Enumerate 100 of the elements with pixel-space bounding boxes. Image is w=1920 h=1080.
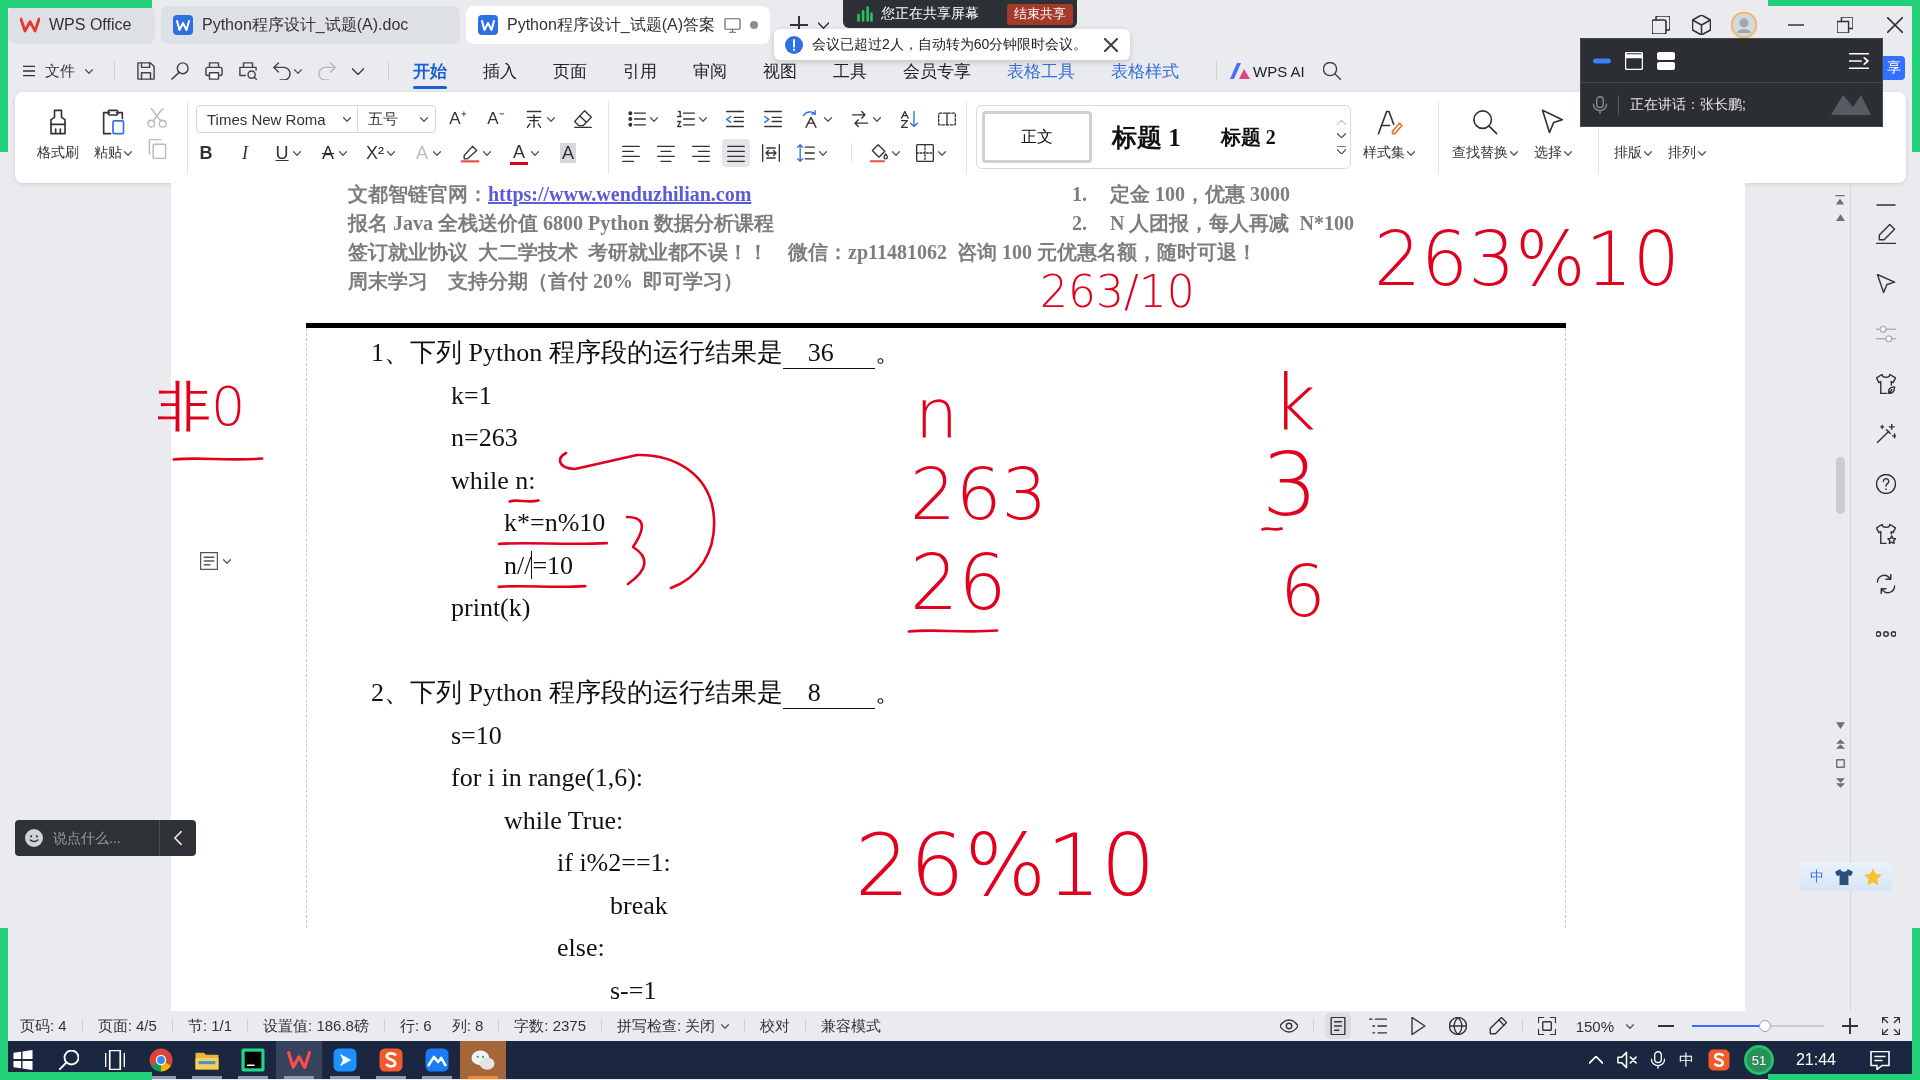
- more-button[interactable]: [352, 67, 364, 75]
- s-logo-icon[interactable]: [1707, 1049, 1730, 1071]
- italic-button[interactable]: I: [235, 139, 255, 167]
- ai-assistant-button[interactable]: WPS AI: [1230, 62, 1305, 80]
- strikethrough-button[interactable]: A: [320, 139, 347, 167]
- clock[interactable]: 21:44: [1795, 1051, 1836, 1069]
- shirt-icon[interactable]: [1835, 869, 1853, 885]
- double-up-icon[interactable]: [1835, 739, 1845, 749]
- smiley-icon[interactable]: [25, 829, 43, 847]
- code-line: if i%2==1:: [557, 848, 671, 879]
- justify-button[interactable]: [722, 139, 750, 167]
- restore-icon[interactable]: [1837, 17, 1853, 33]
- close-icon[interactable]: [1104, 37, 1119, 52]
- pill-icon[interactable]: [1593, 57, 1611, 64]
- caret-icon: [1698, 150, 1706, 156]
- bold-button[interactable]: B: [196, 139, 216, 167]
- microphone-icon[interactable]: [1650, 1050, 1665, 1070]
- cube-icon[interactable]: [1692, 15, 1711, 35]
- star-icon[interactable]: [1864, 868, 1883, 886]
- ribbon-tab[interactable]: 视图: [745, 50, 815, 92]
- style-set-button[interactable]: 样式集: [1363, 92, 1415, 183]
- stacked-panels-icon[interactable]: [1657, 51, 1675, 70]
- paste-button[interactable]: 粘贴: [94, 92, 132, 183]
- progress-ring-badge[interactable]: 51: [1743, 1045, 1774, 1075]
- speaker-muted-icon[interactable]: [1616, 1051, 1637, 1069]
- zoom-dropdown[interactable]: 150%: [1575, 1017, 1634, 1035]
- document-tab[interactable]: Python程序设计_试题(A)答案: [466, 6, 771, 44]
- code-line: print(k): [451, 593, 531, 624]
- underline-button[interactable]: U: [274, 139, 301, 167]
- page-up-icon[interactable]: [1835, 195, 1845, 205]
- chat-input[interactable]: 说点什么...: [53, 828, 137, 848]
- scroll-up-icon[interactable]: [1835, 214, 1845, 221]
- chevron-down-icon[interactable]: [818, 21, 830, 29]
- help-icon[interactable]: [1875, 474, 1896, 494]
- double-down-icon[interactable]: [1835, 778, 1845, 788]
- overlapping-squares-icon[interactable]: [1652, 16, 1670, 34]
- format-painter-button[interactable]: 格式刷: [37, 92, 79, 183]
- page-view-button[interactable]: [1324, 1013, 1351, 1039]
- notification-icon[interactable]: [1870, 1050, 1890, 1070]
- square-icon[interactable]: [1835, 759, 1845, 768]
- caret-icon: [892, 150, 900, 156]
- lines-arrow-icon[interactable]: [1849, 52, 1869, 69]
- page-icon: [1328, 1017, 1347, 1035]
- scroll-down-icon[interactable]: [1835, 722, 1845, 729]
- end-share-button[interactable]: 结束共享: [1007, 3, 1073, 25]
- style-option[interactable]: 标题 2: [1220, 111, 1276, 163]
- minus-icon[interactable]: [1875, 204, 1896, 206]
- slider-thumb[interactable]: [1758, 1020, 1771, 1032]
- caret-icon: [293, 150, 301, 156]
- website-link[interactable]: https://www.wenduzhilian.com: [488, 183, 752, 205]
- font-color-button[interactable]: A: [510, 139, 539, 167]
- lens-button[interactable]: [171, 62, 189, 80]
- document-tab[interactable]: Python程序设计_试题(A).doc: [161, 6, 460, 44]
- expand-icon[interactable]: [1337, 146, 1346, 154]
- status-dropdown[interactable]: 拼写检查: 关闭: [617, 1016, 730, 1036]
- share-button[interactable]: 享: [1883, 56, 1905, 80]
- search-icon[interactable]: [1322, 62, 1341, 80]
- select-button[interactable]: 选择: [1534, 92, 1572, 183]
- shrink-button[interactable]: A⁻: [486, 105, 506, 133]
- ime-mode[interactable]: 中: [1809, 868, 1824, 886]
- grow-button[interactable]: A⁺: [448, 105, 468, 133]
- layout-button[interactable]: 排版: [1614, 129, 1652, 183]
- layout-options-button[interactable]: [200, 551, 231, 571]
- ribbon-tab[interactable]: 审阅: [675, 50, 745, 92]
- preview-button[interactable]: [239, 62, 257, 80]
- zoom-in-icon[interactable]: [1842, 1018, 1858, 1034]
- shirt-star-icon[interactable]: [1875, 524, 1896, 544]
- superscript-button[interactable]: X²: [366, 139, 395, 167]
- circular-arrows-icon[interactable]: [1875, 574, 1896, 594]
- home-tab[interactable]: WPS Office: [8, 6, 155, 44]
- ribbon-tab[interactable]: 引用: [605, 50, 675, 92]
- arrange-button[interactable]: 排列: [1668, 129, 1706, 183]
- file-menu-button[interactable]: 文件: [23, 56, 93, 86]
- style-option[interactable]: 标题 1: [1112, 111, 1181, 163]
- ribbon-tab[interactable]: 开始: [395, 50, 465, 92]
- save-button[interactable]: [137, 62, 155, 80]
- style-option[interactable]: 正文: [982, 111, 1092, 163]
- print-button[interactable]: [205, 62, 223, 80]
- chat-field[interactable]: 说点什么...: [15, 820, 196, 856]
- answer-blank[interactable]: 36: [782, 338, 875, 369]
- answer-blank[interactable]: 8: [782, 678, 875, 709]
- find-button[interactable]: 查找替换: [1452, 92, 1518, 183]
- ime-indicator[interactable]: 中: [1678, 1050, 1694, 1070]
- ribbon-tab[interactable]: 页面: [535, 50, 605, 92]
- undo-button[interactable]: [273, 62, 302, 80]
- handwritten-note: 3: [1262, 441, 1318, 529]
- scrollbar-thumb[interactable]: [1835, 457, 1845, 514]
- ribbon-tab[interactable]: 表格样式: [1093, 50, 1197, 92]
- caret-icon: [433, 150, 441, 156]
- scroll-down-icon[interactable]: [1337, 133, 1346, 138]
- window-icon[interactable]: [1625, 51, 1643, 70]
- pointer-icon[interactable]: [1875, 274, 1896, 294]
- pen-icon[interactable]: [1875, 224, 1896, 244]
- close-icon[interactable]: [1887, 17, 1903, 33]
- chevron-up-icon[interactable]: [1588, 1056, 1603, 1064]
- zoom-slider[interactable]: [1692, 1020, 1824, 1032]
- shirt-leaf-icon[interactable]: [1875, 374, 1896, 394]
- magic-wand-icon[interactable]: [1875, 424, 1896, 444]
- ribbon-tab[interactable]: 插入: [465, 50, 535, 92]
- fullscreen-icon[interactable]: [1882, 1017, 1900, 1035]
